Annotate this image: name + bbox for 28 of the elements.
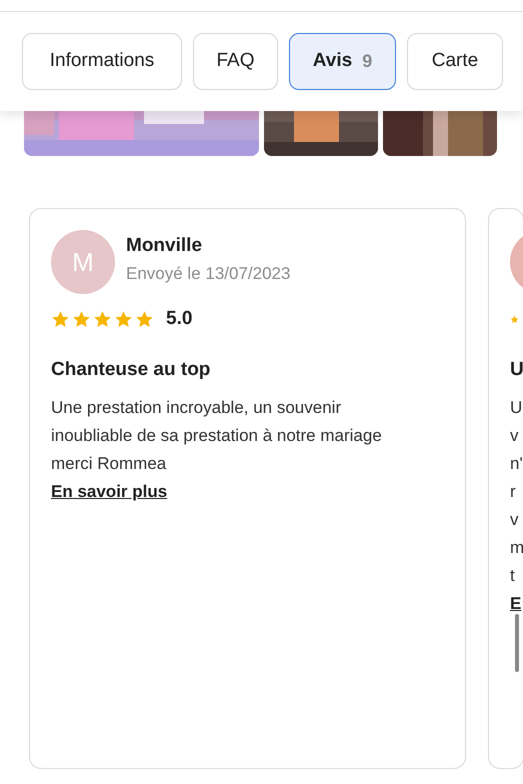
avatar: M <box>51 230 115 294</box>
review-text-line: Une prestation incroyable, un souvenir <box>51 397 342 419</box>
review-title: Chanteuse au top <box>51 358 210 382</box>
review-text-line: v <box>510 509 518 531</box>
review-text-line: m <box>510 537 523 559</box>
review-date: Envoyé le 13/07/2023 <box>126 263 290 285</box>
star-icon <box>72 310 91 328</box>
star-icon <box>93 310 112 328</box>
tab[interactable]: Informations <box>22 33 182 90</box>
read-more-link[interactable]: E <box>510 590 522 618</box>
review-text-line: merci Rommea <box>51 453 166 475</box>
star-icon <box>114 310 133 328</box>
review-text-line: n' <box>510 453 523 475</box>
review-text-line: t <box>510 565 515 587</box>
rating-value: 5.0 <box>166 306 192 331</box>
star-icon <box>135 310 154 328</box>
tab[interactable]: Avis 9 <box>289 33 396 90</box>
scrollbar <box>515 614 519 672</box>
review-text-line: U <box>510 397 522 419</box>
author-name: Monville <box>126 234 204 258</box>
review-text-line: v <box>510 425 518 447</box>
review-title: U <box>510 358 523 382</box>
star-icon <box>51 310 70 328</box>
tab[interactable]: Carte <box>407 33 503 90</box>
review-text-line: r <box>510 481 516 503</box>
read-more-link[interactable]: En savoir plus <box>51 478 168 506</box>
tab[interactable]: FAQ <box>193 33 278 90</box>
review-text-line: inoubliable de sa prestation à notre mariage <box>51 425 382 447</box>
